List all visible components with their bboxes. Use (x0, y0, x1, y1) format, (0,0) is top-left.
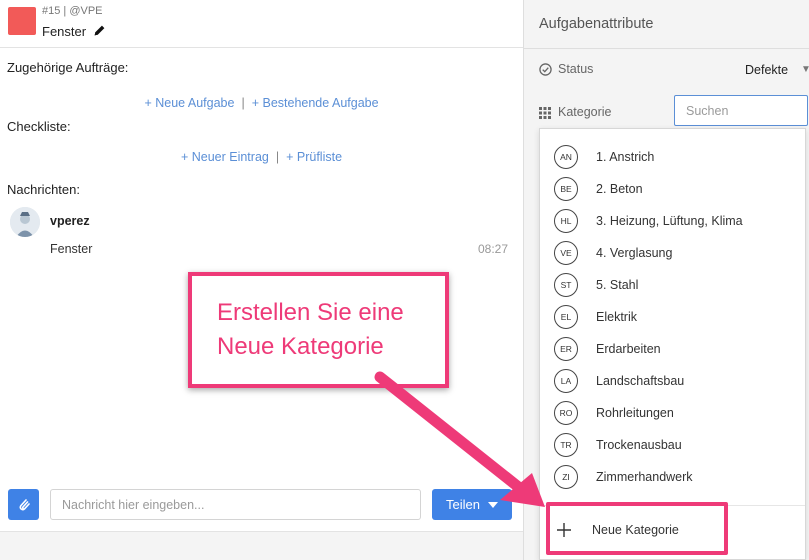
category-label: 1. Anstrich (596, 150, 655, 164)
category-label: 3. Heizung, Lüftung, Klima (596, 214, 743, 228)
category-badge: ZI (554, 465, 578, 489)
existing-task-link[interactable]: + Bestehende Aufgabe (252, 96, 379, 110)
category-item[interactable]: AN 1. Anstrich (554, 144, 799, 170)
status-label: Status (558, 62, 594, 76)
category-badge: BE (554, 177, 578, 201)
separator: | (275, 150, 280, 164)
category-item[interactable]: EL Elektrik (554, 304, 799, 330)
category-badge: AN (554, 145, 578, 169)
category-item[interactable]: ZI Zimmerhandwerk (554, 464, 799, 490)
check-circle-icon (539, 63, 552, 76)
category-label: Erdarbeiten (596, 342, 661, 356)
orders-links: + Neue Aufgabe | + Bestehende Aufgabe (0, 96, 523, 110)
caret-down-icon[interactable]: ▼ (801, 64, 809, 75)
annotation-text: Erstellen Sie eine Neue Kategorie (217, 296, 437, 364)
category-item[interactable]: ER Erdarbeiten (554, 336, 799, 362)
category-dropdown: AN 1. Anstrich BE 2. Beton HL 3. Heizung, Lüf… (539, 128, 806, 560)
annotation-highlight (546, 502, 728, 555)
checklist-link[interactable]: + Prüfliste (286, 150, 342, 164)
annotation-callout: Erstellen Sie eine Neue Kategorie (188, 272, 449, 388)
checklist-label: Checkliste: (7, 119, 71, 134)
category-label: Trockenausbau (596, 438, 682, 452)
category-badge: RO (554, 401, 578, 425)
category-label: Landschaftsbau (596, 374, 685, 388)
pencil-icon[interactable] (93, 24, 106, 40)
task-meta: #15 | @VPE (42, 5, 103, 17)
category-search-input[interactable] (674, 95, 808, 126)
category-badge: ER (554, 337, 578, 361)
caret-down-icon (487, 501, 498, 508)
grid-icon (539, 107, 551, 119)
task-color-swatch (8, 7, 36, 35)
category-badge: LA (554, 369, 578, 393)
message-input[interactable] (50, 489, 421, 520)
category-item[interactable]: ST 5. Stahl (554, 272, 799, 298)
attributes-title: Aufgabenattribute (539, 16, 654, 32)
share-button[interactable]: Teilen (432, 489, 512, 520)
category-label: 5. Stahl (596, 278, 639, 292)
annotation-line: Erstellen Sie eine (217, 299, 404, 326)
separator: | (241, 96, 245, 110)
status-row[interactable]: Status Defekte ▼ (539, 62, 809, 80)
new-entry-link[interactable]: + Neuer Eintrag (181, 150, 269, 164)
category-badge: VE (554, 241, 578, 265)
orders-label: Zugehörige Aufträge: (7, 60, 129, 75)
task-title[interactable]: Fenster (42, 24, 106, 40)
category-label: Elektrik (596, 310, 637, 324)
message-text: Fenster (50, 242, 93, 256)
category-label: Zimmerhandwerk (596, 470, 693, 484)
category-item[interactable]: VE 4. Verglasung (554, 240, 799, 266)
footer-bar (0, 531, 523, 560)
checklist-links: + Neuer Eintrag | + Prüfliste (0, 150, 523, 164)
message-time: 08:27 (478, 242, 509, 256)
category-badge: HL (554, 209, 578, 233)
divider (524, 48, 809, 49)
annotation-line: Neue Kategorie (217, 333, 384, 360)
new-task-link[interactable]: + Neue Aufgabe (144, 96, 234, 110)
task-header: #15 | @VPE Fenster (0, 0, 523, 48)
category-badge: EL (554, 305, 578, 329)
category-label: Rohrleitungen (596, 406, 674, 420)
status-value[interactable]: Defekte (745, 63, 788, 77)
category-item[interactable]: LA Landschaftsbau (554, 368, 799, 394)
category-item[interactable]: HL 3. Heizung, Lüftung, Klima (554, 208, 799, 234)
category-badge: ST (554, 273, 578, 297)
category-badge: TR (554, 433, 578, 457)
attach-button[interactable] (8, 489, 39, 520)
task-title-text: Fenster (42, 24, 87, 39)
category-item[interactable]: BE 2. Beton (554, 176, 799, 202)
category-item[interactable]: TR Trockenausbau (554, 432, 799, 458)
messages-label: Nachrichten: (7, 182, 80, 197)
avatar[interactable] (10, 207, 40, 237)
message-author: vperez (50, 214, 90, 228)
share-button-label: Teilen (446, 497, 480, 512)
category-label: 2. Beton (596, 182, 643, 196)
category-item[interactable]: RO Rohrleitungen (554, 400, 799, 426)
category-label: 4. Verglasung (596, 246, 673, 260)
category-label: Kategorie (558, 105, 612, 119)
paperclip-icon (19, 498, 30, 510)
